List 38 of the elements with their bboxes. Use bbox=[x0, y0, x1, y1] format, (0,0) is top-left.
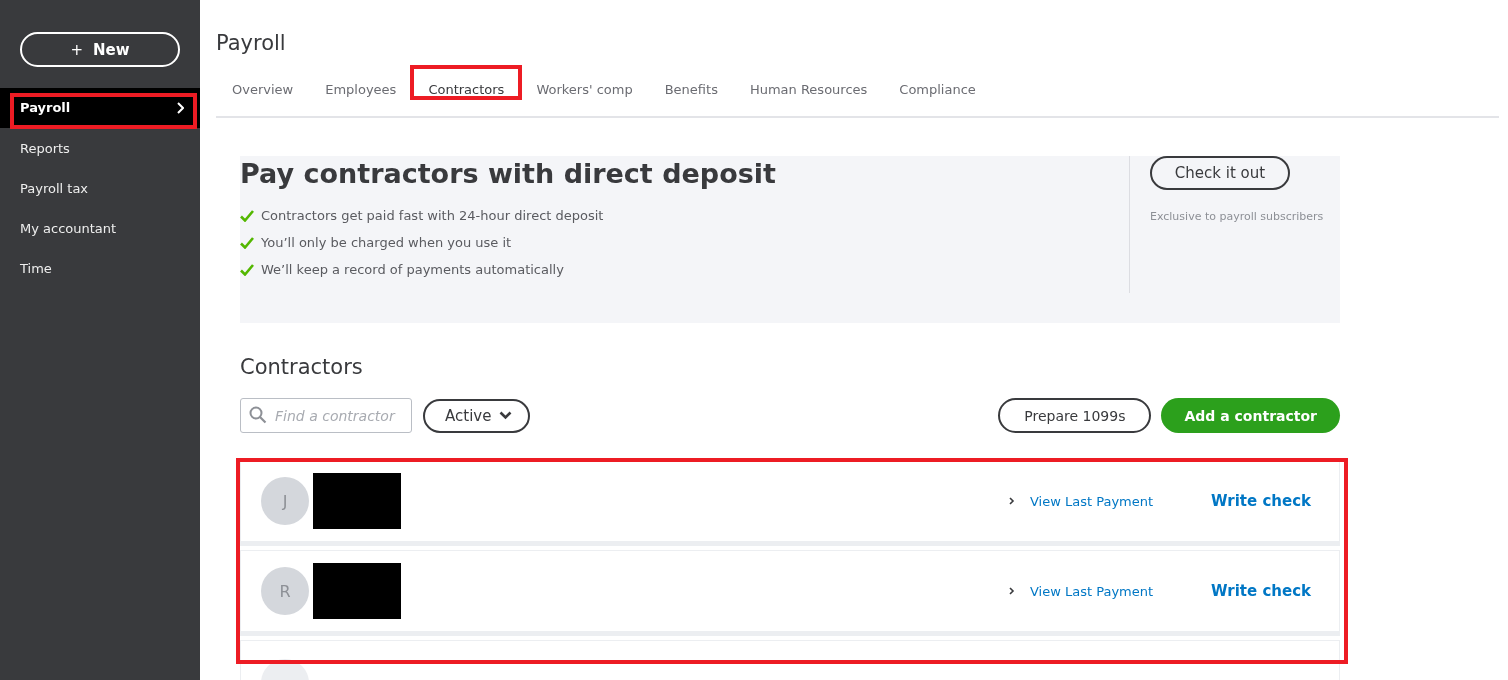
tab[interactable]: Benefits bbox=[648, 80, 734, 100]
tab[interactable]: Contractors bbox=[412, 80, 521, 100]
view-last-payment-link[interactable]: View Last Payment bbox=[1030, 583, 1211, 599]
status-filter-dropdown[interactable]: Active bbox=[423, 398, 531, 433]
bullet-text: We’ll keep a record of payments automatically bbox=[261, 262, 564, 277]
section-heading: Contractors bbox=[240, 355, 364, 381]
tab[interactable]: Employees bbox=[309, 80, 413, 100]
write-check-link[interactable]: Write check bbox=[1211, 492, 1339, 510]
sidebar-item[interactable]: My accountant bbox=[0, 208, 200, 248]
bullet-text: You’ll only be charged when you use it bbox=[261, 235, 512, 250]
sidebar-item[interactable]: Time bbox=[0, 248, 200, 288]
avatar-initial: J bbox=[261, 477, 309, 525]
write-check-link[interactable]: Write check bbox=[1211, 582, 1339, 600]
search-icon bbox=[249, 406, 267, 424]
sidebar-item[interactable]: Reports bbox=[0, 128, 200, 168]
tab[interactable]: Compliance bbox=[883, 80, 992, 100]
chevron-right-icon bbox=[1009, 497, 1015, 505]
tab[interactable]: Human Resources bbox=[733, 80, 884, 100]
search-field[interactable]: Find a contractor bbox=[240, 398, 412, 433]
checkmark-icon bbox=[240, 263, 254, 276]
checkmark-icon bbox=[240, 236, 254, 249]
promo-title: Pay contractors with direct deposit bbox=[240, 157, 777, 191]
prepare-1099s-button[interactable]: Prepare 1099s bbox=[998, 398, 1152, 433]
check-it-out-button[interactable]: Check it out bbox=[1150, 156, 1290, 190]
tab[interactable]: Workers' comp bbox=[520, 80, 649, 100]
bullet-text: Contractors get paid fast with 24-hour direct deposit bbox=[261, 208, 604, 223]
view-last-payment-link[interactable]: View Last Payment bbox=[1030, 493, 1211, 509]
page-title: Payroll bbox=[216, 31, 287, 57]
sidebar-item[interactable]: Payroll tax bbox=[0, 168, 200, 208]
promo-note: Exclusive to payroll subscribers bbox=[1150, 210, 1324, 223]
caret-icon bbox=[499, 411, 513, 420]
checkmark-icon bbox=[240, 209, 254, 222]
add-contractor-button[interactable]: Add a contractor bbox=[1161, 398, 1340, 433]
chevron-right-icon bbox=[1009, 587, 1015, 595]
avatar-initial: R bbox=[261, 567, 309, 615]
tab[interactable]: Overview bbox=[216, 80, 310, 100]
new-button[interactable]: + New bbox=[20, 32, 180, 67]
chevron-right-icon bbox=[176, 102, 184, 114]
